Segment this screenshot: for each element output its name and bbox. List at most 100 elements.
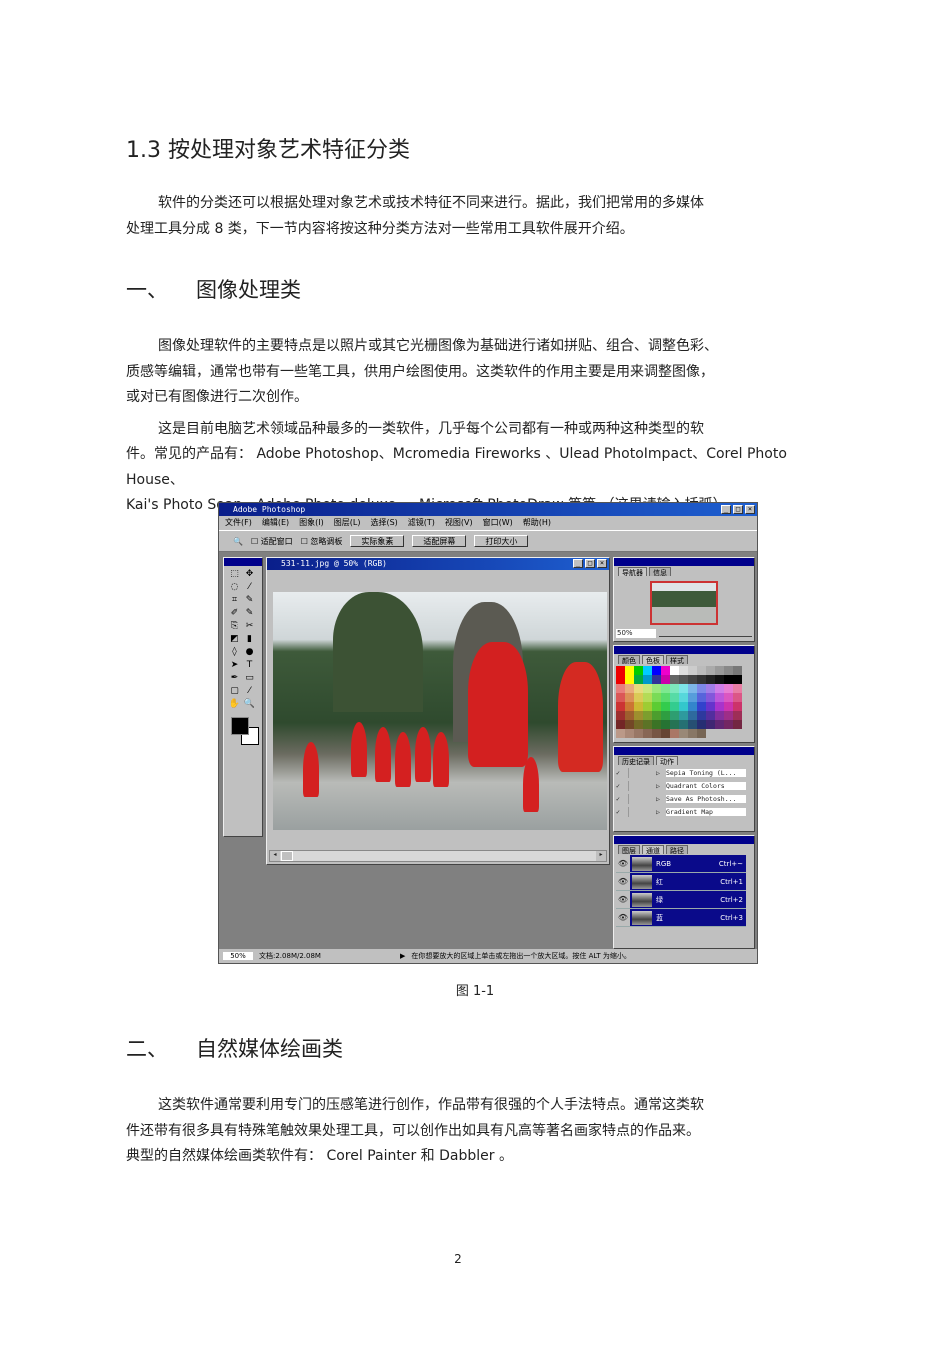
color-swatch[interactable] (724, 684, 733, 693)
channel-row[interactable]: 👁 RGB Ctrl+~ (616, 855, 746, 873)
color-swatch[interactable] (715, 711, 724, 720)
color-swatch[interactable] (724, 720, 733, 729)
menu-item[interactable]: 帮助(H) (523, 516, 551, 530)
action-row[interactable]: ✓ ▷ Save As Photosh... (616, 792, 746, 805)
tool-icon[interactable]: ◌ (227, 581, 242, 594)
color-swatch[interactable] (724, 675, 733, 684)
color-swatch[interactable] (724, 666, 733, 675)
expand-arrow-icon[interactable]: ▷ (656, 808, 666, 816)
doc-maximize-button[interactable]: □ (585, 559, 595, 568)
color-swatch[interactable] (661, 675, 670, 684)
print-size-button[interactable]: 打印大小 (474, 535, 529, 547)
color-swatch[interactable] (679, 702, 688, 711)
action-row[interactable]: ✓ ▷ Sepia Toning (L... (616, 766, 746, 779)
color-swatch[interactable] (688, 684, 697, 693)
swatch-grid[interactable] (616, 666, 744, 738)
tool-icon[interactable]: 🔍 (242, 698, 257, 711)
color-swatch[interactable] (652, 693, 661, 702)
color-swatch[interactable] (670, 684, 679, 693)
status-zoom-field[interactable]: 50% (223, 952, 253, 960)
tab-swatches[interactable]: 色板 (642, 655, 664, 665)
color-swatch[interactable] (661, 693, 670, 702)
color-swatch[interactable] (634, 675, 643, 684)
color-swatch[interactable] (697, 675, 706, 684)
tab-layers[interactable]: 图层 (618, 845, 640, 855)
color-swatch[interactable] (670, 693, 679, 702)
tool-icon[interactable]: ✂ (242, 620, 257, 633)
color-swatch[interactable] (697, 702, 706, 711)
status-doc-size[interactable]: 文档:2.08M/2.08M (259, 951, 394, 961)
tool-icon[interactable]: ▮ (242, 633, 257, 646)
color-swatch[interactable] (625, 666, 634, 675)
color-swatch[interactable] (679, 711, 688, 720)
color-swatch[interactable] (643, 702, 652, 711)
color-swatch[interactable] (616, 702, 625, 711)
tab-channels[interactable]: 通道 (642, 845, 664, 855)
dialog-toggle[interactable] (628, 806, 656, 817)
color-swatch[interactable] (724, 711, 733, 720)
tool-icon[interactable]: ⬚ (227, 568, 242, 581)
color-swatch[interactable] (643, 729, 652, 738)
color-swatch[interactable] (679, 675, 688, 684)
tool-icon[interactable]: ▭ (242, 672, 257, 685)
tool-icon[interactable]: ▢ (227, 685, 242, 698)
color-swatch[interactable] (616, 720, 625, 729)
color-swatch[interactable] (733, 666, 742, 675)
color-swatch[interactable] (733, 711, 742, 720)
ignore-palettes-checkbox[interactable]: ☐ 忽略调板 (301, 536, 343, 547)
menu-item[interactable]: 文件(F) (225, 516, 252, 530)
color-swatch[interactable] (616, 711, 625, 720)
color-swatch[interactable] (652, 666, 661, 675)
eye-icon[interactable]: 👁 (616, 913, 630, 922)
tool-icon[interactable]: ⌗ (227, 594, 242, 607)
menu-item[interactable]: 视图(V) (445, 516, 473, 530)
close-button[interactable]: × (745, 505, 755, 514)
menu-item[interactable]: 编辑(E) (262, 516, 289, 530)
color-swatch[interactable] (616, 729, 625, 738)
color-swatch[interactable] (661, 684, 670, 693)
tab-history[interactable]: 历史记录 (618, 756, 654, 766)
color-swatch[interactable] (634, 720, 643, 729)
tool-icon[interactable]: ✒ (227, 672, 242, 685)
tool-icon[interactable]: ⁄ (242, 581, 257, 594)
color-swatch[interactable] (706, 720, 715, 729)
color-swatch[interactable] (661, 702, 670, 711)
color-swatch[interactable] (733, 720, 742, 729)
color-swatch[interactable] (652, 729, 661, 738)
color-swatch[interactable] (706, 666, 715, 675)
channel-row[interactable]: 👁 蓝 Ctrl+3 (616, 909, 746, 927)
color-swatch[interactable] (697, 684, 706, 693)
tab-styles[interactable]: 样式 (666, 655, 688, 665)
check-icon[interactable]: ✓ (616, 795, 628, 803)
color-swatch[interactable] (616, 693, 625, 702)
navigator-zoom-field[interactable]: 50% (616, 629, 656, 638)
color-swatch[interactable] (670, 711, 679, 720)
color-swatch[interactable] (670, 675, 679, 684)
color-swatch[interactable] (634, 711, 643, 720)
color-swatch[interactable] (643, 684, 652, 693)
color-swatch[interactable] (643, 675, 652, 684)
menu-item[interactable]: 选择(S) (370, 516, 397, 530)
channel-row[interactable]: 👁 红 Ctrl+1 (616, 873, 746, 891)
color-swatch[interactable] (706, 711, 715, 720)
tool-icon[interactable]: ⎘ (227, 620, 242, 633)
action-row[interactable]: ✓ ▷ Gradient Map (616, 805, 746, 818)
color-swatch[interactable] (652, 720, 661, 729)
tool-icon[interactable]: ◊ (227, 646, 242, 659)
dialog-toggle[interactable] (628, 780, 656, 791)
menu-item[interactable]: 滤镜(T) (408, 516, 435, 530)
color-swatch[interactable] (625, 702, 634, 711)
color-swatch[interactable] (670, 729, 679, 738)
eye-icon[interactable]: 👁 (616, 859, 630, 868)
color-swatch[interactable] (715, 675, 724, 684)
color-swatch[interactable] (625, 720, 634, 729)
color-swatch[interactable] (715, 702, 724, 711)
tab-info[interactable]: 信息 (649, 567, 671, 577)
color-swatch[interactable] (724, 693, 733, 702)
dialog-toggle[interactable] (628, 793, 656, 804)
fit-window-checkbox[interactable]: ☐ 适配窗口 (251, 536, 293, 547)
expand-arrow-icon[interactable]: ▷ (656, 795, 666, 803)
color-swatch[interactable] (643, 666, 652, 675)
action-row[interactable]: ✓ ▷ Quadrant Colors (616, 779, 746, 792)
minimize-button[interactable]: _ (721, 505, 731, 514)
